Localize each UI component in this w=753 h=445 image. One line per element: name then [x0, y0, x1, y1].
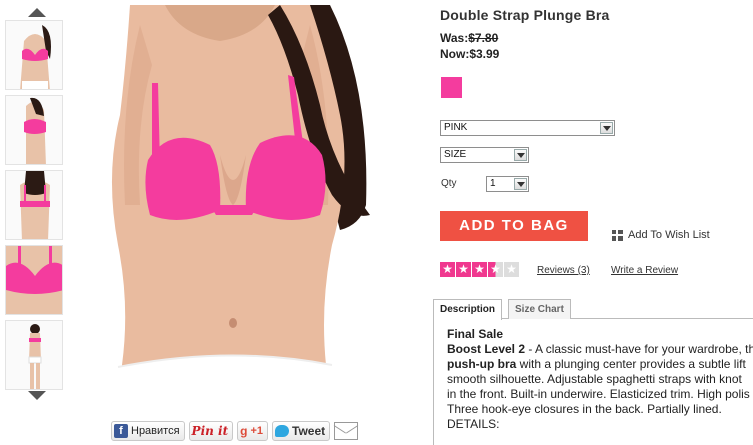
thumbnail-back[interactable]	[5, 170, 63, 240]
star-icon: ★	[456, 262, 471, 277]
tweet-label: Tweet	[292, 424, 326, 438]
thumbs-down-arrow-icon[interactable]	[28, 391, 46, 400]
description-text: with a plunging center provides a subtle…	[516, 357, 746, 371]
tab-size-chart[interactable]: Size Chart	[508, 299, 571, 319]
thumbnail-image	[6, 21, 62, 89]
qty-select[interactable]: 1	[486, 176, 529, 192]
twitter-bird-icon	[275, 425, 290, 437]
google-plus-button[interactable]: g +1	[237, 421, 269, 441]
reviews-link[interactable]: Reviews (3)	[537, 265, 590, 276]
boost-level-label: Boost Level 2	[447, 342, 526, 356]
pinterest-button[interactable]: Pin it	[188, 421, 234, 441]
product-page: f Нравится Pin it g +1 Tweet Double Stra…	[0, 0, 753, 445]
tweet-button[interactable]: Tweet	[272, 421, 331, 441]
chevron-down-icon	[600, 122, 613, 134]
product-photo	[70, 5, 403, 408]
star-icon: ★	[504, 262, 519, 277]
thumbs-up-arrow-icon[interactable]	[28, 8, 46, 17]
thumbnail-front[interactable]	[5, 20, 63, 90]
thumbnail-image	[6, 246, 62, 314]
now-price-value: $3.99	[469, 47, 500, 61]
add-to-wish-list-link[interactable]: Add To Wish List	[612, 229, 710, 241]
thumbnail-image	[6, 171, 62, 239]
thumbnail-full[interactable]	[5, 320, 63, 390]
share-bar: f Нравится Pin it g +1 Tweet	[111, 420, 359, 442]
description-line: smooth silhouette. Adjustable spaghetti …	[447, 372, 742, 386]
thumbnail-image	[6, 321, 62, 389]
facebook-like-button[interactable]: f Нравится	[111, 421, 185, 441]
color-select-value: PINK	[444, 122, 468, 133]
description-panel: Final Sale Boost Level 2 - A classic mus…	[433, 319, 753, 445]
now-label: Now:	[440, 47, 470, 61]
thumbnail-image	[6, 96, 62, 164]
qty-label: Qty	[441, 178, 457, 189]
facebook-like-label: Нравится	[131, 425, 180, 437]
chevron-down-icon	[514, 149, 527, 161]
description-line: in the front. Built-in underwire. Elasti…	[447, 387, 750, 401]
final-sale-label: Final Sale	[447, 327, 504, 341]
was-label: Was:	[440, 31, 469, 45]
description-text: - A classic must-have for your wardrobe,…	[525, 342, 753, 356]
add-to-bag-button[interactable]: ADD TO BAG	[440, 211, 588, 241]
email-share-icon[interactable]	[334, 422, 359, 440]
description-line: Boost Level 2 - A classic must-have for …	[447, 342, 753, 357]
star-icon: ★	[472, 262, 487, 277]
size-select-value: SIZE	[444, 149, 467, 160]
push-up-label: push-up bra	[447, 357, 517, 371]
wish-list-label: Add To Wish List	[628, 229, 710, 241]
star-icon: ★	[488, 262, 503, 277]
rating-stars: ★ ★ ★ ★ ★	[440, 262, 519, 277]
main-product-image[interactable]	[70, 5, 403, 408]
thumbnail-list	[5, 20, 65, 395]
now-price: Now:$3.99	[440, 47, 499, 61]
description-line: Three hook-eye closures in the back. Par…	[447, 402, 722, 416]
thumbnail-side[interactable]	[5, 95, 63, 165]
description-line: push-up bra with a plunging center provi…	[447, 357, 753, 372]
pinterest-label: Pin it	[191, 424, 229, 438]
gift-icon	[612, 229, 623, 241]
qty-select-value: 1	[490, 178, 496, 189]
was-price: Was:$7.80	[440, 31, 498, 45]
write-review-link[interactable]: Write a Review	[611, 265, 678, 276]
details-label: DETAILS:	[447, 417, 500, 431]
google-plus-label: +1	[250, 425, 264, 437]
google-plus-icon: g	[240, 424, 248, 438]
color-swatch-pink[interactable]	[441, 77, 462, 98]
facebook-icon: f	[114, 424, 128, 438]
thumbnail-closeup[interactable]	[5, 245, 63, 315]
product-tabs: Description Size Chart	[433, 299, 753, 320]
star-icon: ★	[440, 262, 455, 277]
was-price-value: $7.80	[468, 31, 499, 45]
product-title: Double Strap Plunge Bra	[440, 7, 610, 23]
tab-description[interactable]: Description	[433, 299, 503, 320]
size-select[interactable]: SIZE	[440, 147, 529, 163]
chevron-down-icon	[514, 178, 527, 190]
color-select[interactable]: PINK	[440, 120, 615, 136]
